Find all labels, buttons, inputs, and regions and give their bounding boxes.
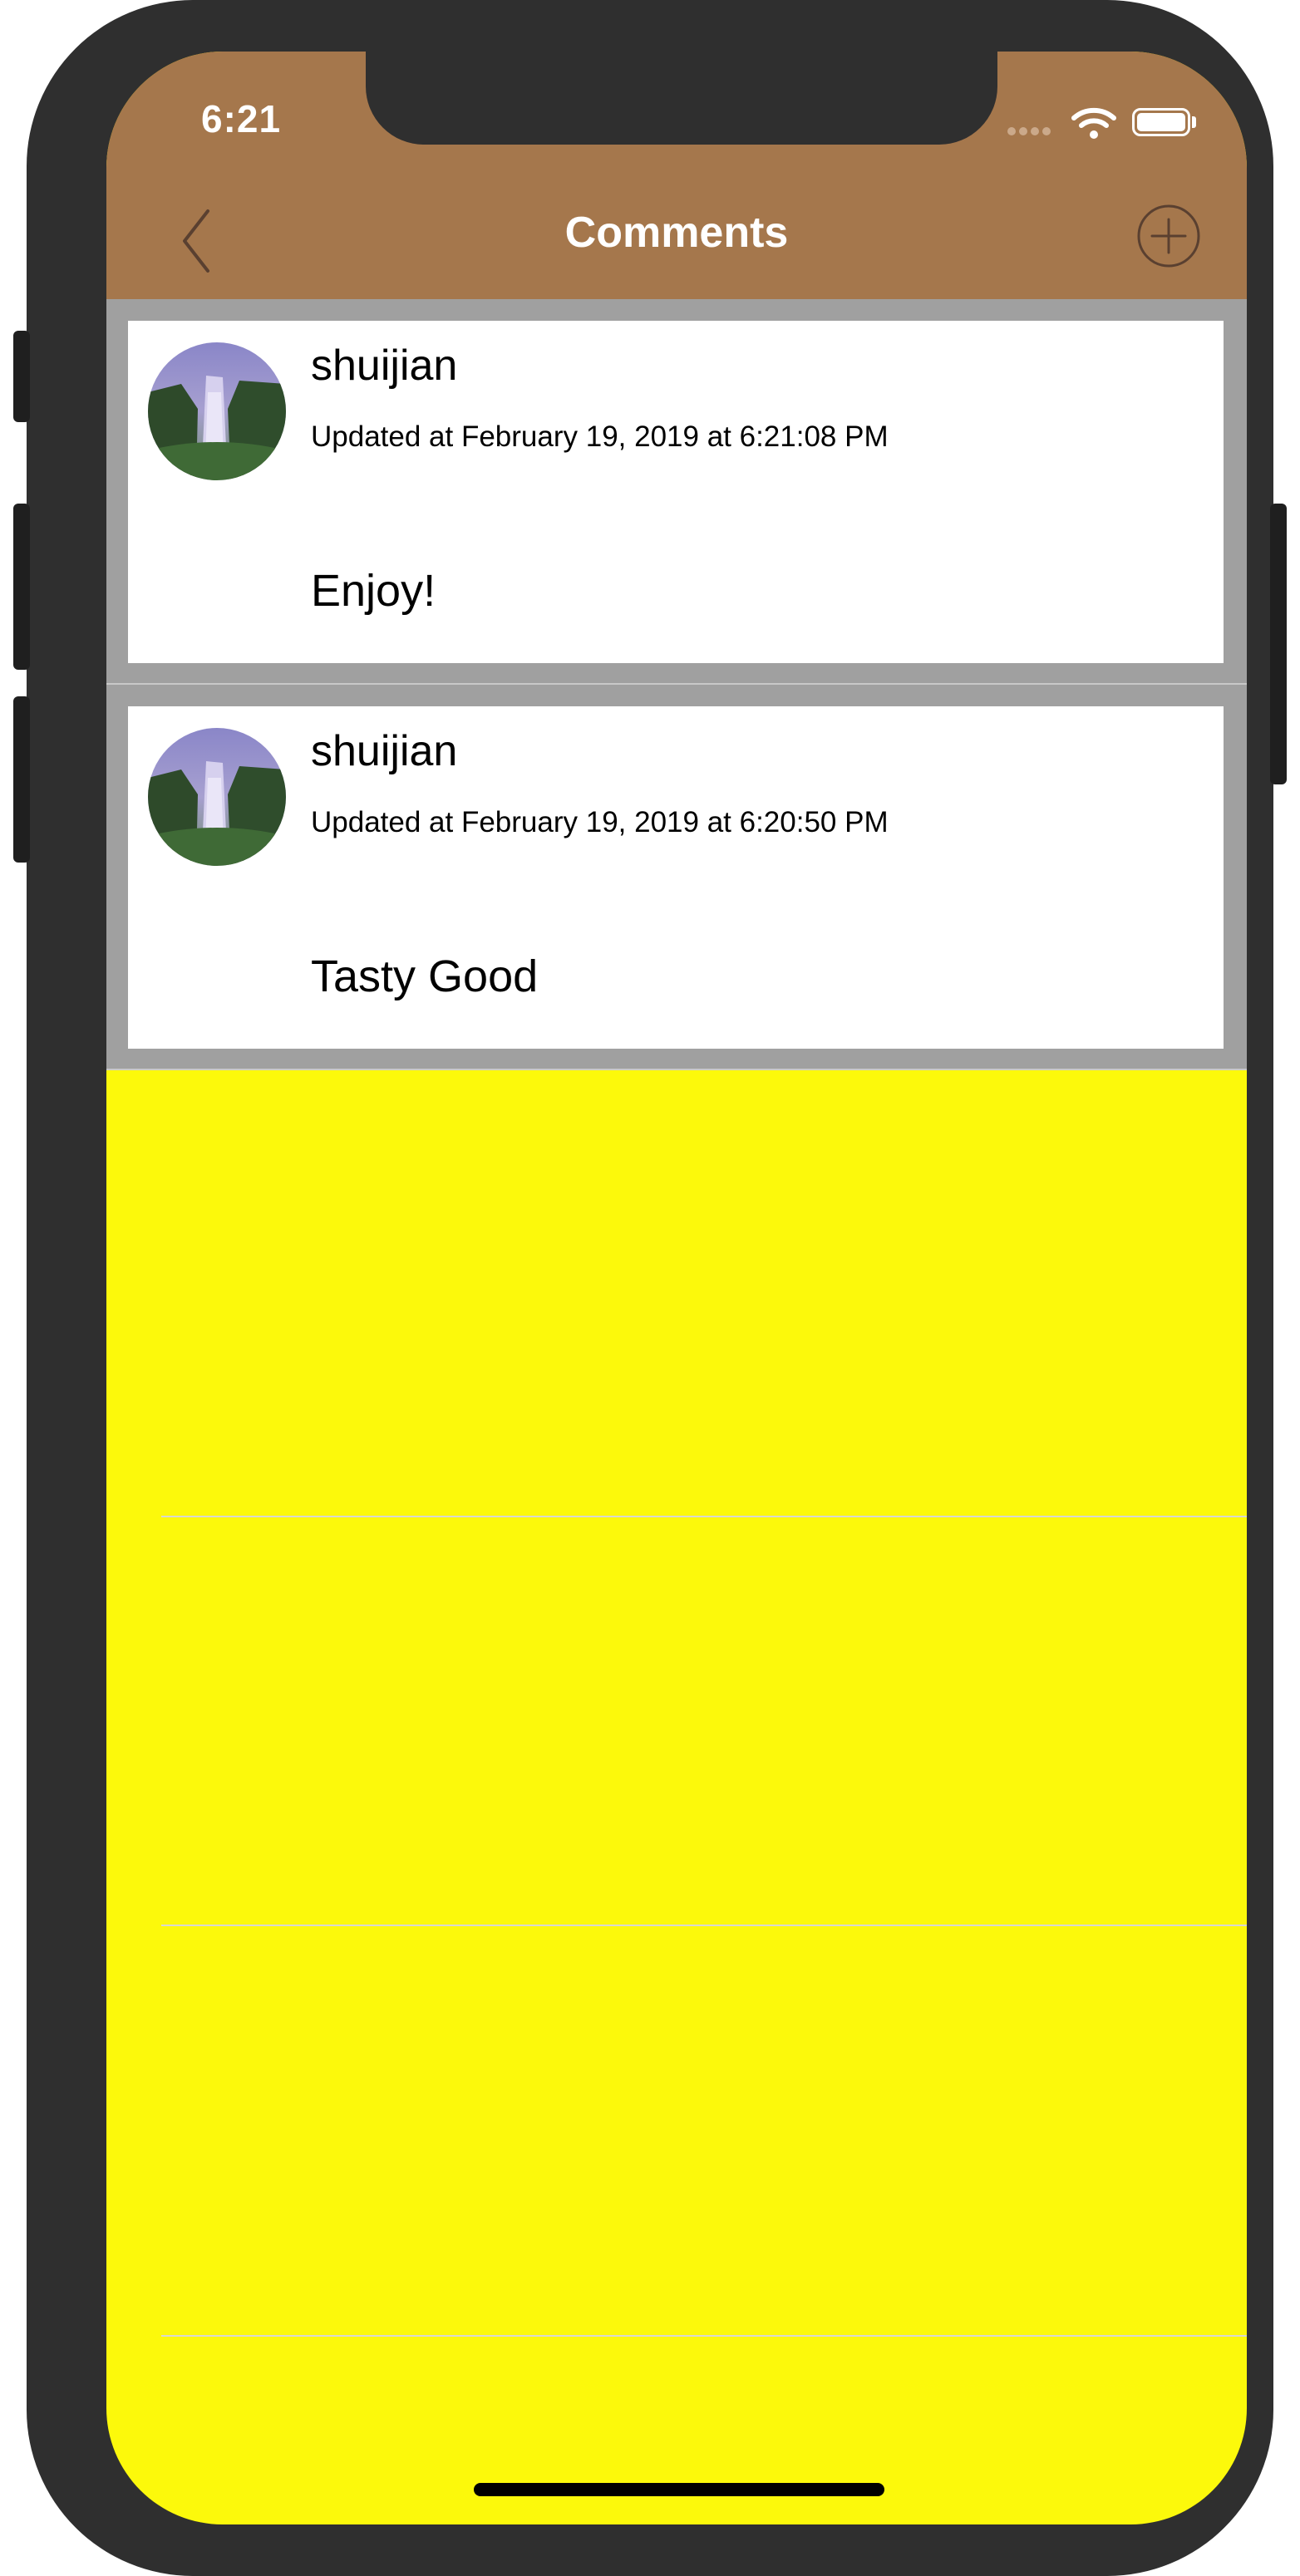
waterfall-avatar (148, 728, 286, 866)
battery-icon (1132, 108, 1190, 136)
navigation-bar: 6:21 Comments (106, 52, 1247, 299)
home-indicator[interactable] (474, 2483, 884, 2496)
screen: 6:21 Comments shuijian Updated at Februa… (106, 52, 1247, 2524)
wifi-icon (1071, 107, 1116, 139)
empty-row-separator (161, 1925, 1247, 1926)
waterfall-avatar (148, 342, 286, 480)
status-time: 6:21 (201, 97, 282, 140)
page-title: Comments (564, 209, 789, 257)
comment-text: Enjoy! (311, 566, 436, 616)
comments-list[interactable]: shuijian Updated at February 19, 2019 at… (106, 299, 1247, 1070)
empty-row-separator (161, 2335, 1247, 2337)
phone-frame: 6:21 Comments shuijian Updated at Februa… (13, 0, 1287, 2576)
volume-down-button (13, 696, 30, 863)
empty-row-separator (161, 1516, 1247, 1517)
comment-timestamp: Updated at February 19, 2019 at 6:21:08 … (311, 420, 889, 453)
comment-row[interactable]: shuijian Updated at February 19, 2019 at… (106, 685, 1247, 1070)
comment-timestamp: Updated at February 19, 2019 at 6:20:50 … (311, 806, 889, 838)
battery-tip (1192, 116, 1196, 128)
comment-username: shuijian (311, 342, 458, 390)
comment-card: shuijian Updated at February 19, 2019 at… (128, 321, 1224, 663)
comment-row[interactable]: shuijian Updated at February 19, 2019 at… (106, 299, 1247, 685)
notch (366, 52, 997, 145)
comment-username: shuijian (311, 727, 458, 775)
silent-switch (13, 331, 30, 422)
plus-icon (1150, 218, 1187, 254)
volume-up-button (13, 504, 30, 670)
power-button (1270, 504, 1287, 784)
comment-card: shuijian Updated at February 19, 2019 at… (128, 706, 1224, 1049)
add-comment-button[interactable] (1135, 203, 1202, 269)
cellular-signal-icon (1007, 125, 1057, 136)
comment-text: Tasty Good (311, 951, 539, 1001)
